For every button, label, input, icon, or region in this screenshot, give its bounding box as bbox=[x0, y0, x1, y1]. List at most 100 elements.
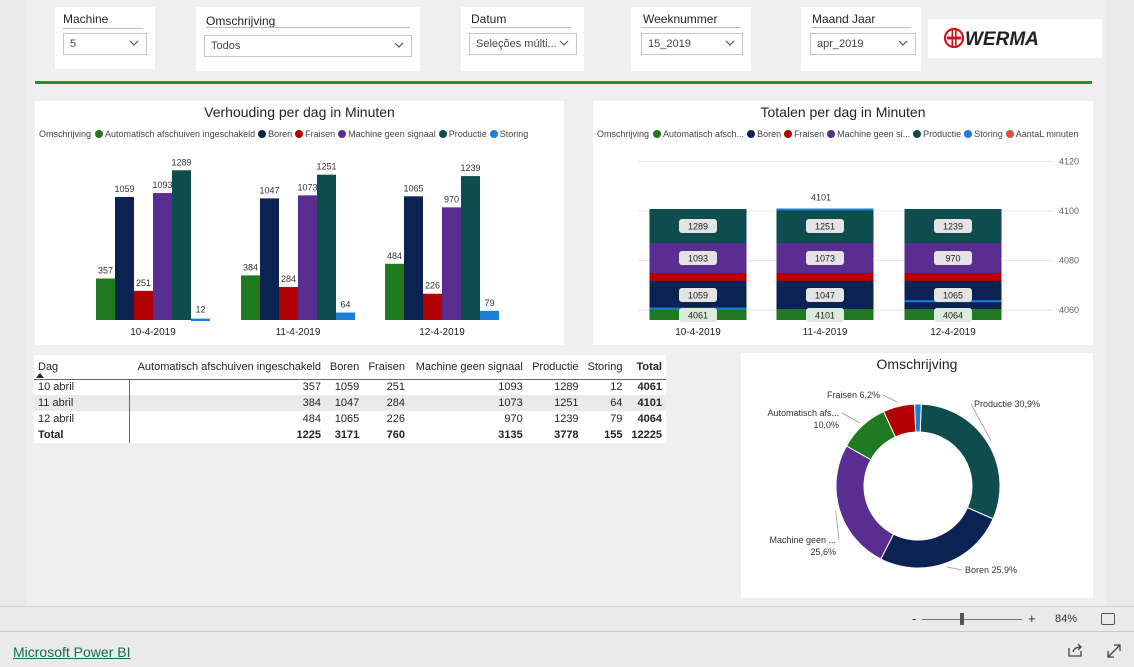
data-label: 284 bbox=[281, 274, 296, 284]
data-label: 1059 bbox=[688, 291, 708, 301]
column-header[interactable]: Total bbox=[626, 355, 666, 379]
bar[interactable] bbox=[317, 174, 336, 320]
data-label: 1093 bbox=[152, 180, 172, 190]
zoom-out-button[interactable]: - bbox=[912, 611, 916, 626]
zoom-slider-thumb[interactable] bbox=[960, 613, 964, 625]
bar[interactable] bbox=[442, 207, 461, 320]
x-tick-label: 10-4-2019 bbox=[130, 327, 176, 338]
werma-logo: WERMA bbox=[928, 19, 1102, 58]
table-cell: 1047 bbox=[325, 395, 364, 411]
fullscreen-icon[interactable] bbox=[1106, 643, 1122, 659]
data-label: 1059 bbox=[114, 184, 134, 194]
data-label: 1289 bbox=[688, 222, 708, 232]
data-label: 1073 bbox=[297, 182, 317, 192]
table-cell: 1073 bbox=[409, 395, 527, 411]
data-label: 1047 bbox=[815, 291, 835, 301]
stacked-segment[interactable] bbox=[776, 273, 874, 281]
table-cell: 4061 bbox=[637, 381, 662, 394]
column-header[interactable]: Machine geen signaal bbox=[409, 355, 527, 379]
table-cell: 12 bbox=[610, 381, 623, 394]
chevron-down-icon bbox=[394, 42, 404, 48]
stacked-segment[interactable] bbox=[904, 273, 1002, 281]
slicer-dropdown-maand-jaar[interactable]: apr_2019 bbox=[810, 33, 916, 55]
table-cell: 64 bbox=[582, 395, 627, 411]
bar[interactable] bbox=[336, 312, 355, 320]
logo-text: WERMA bbox=[965, 29, 1039, 50]
slicer-underline bbox=[63, 28, 143, 29]
column-header[interactable]: Productie bbox=[527, 355, 583, 379]
header-divider bbox=[35, 81, 1092, 84]
slicer-title: Weeknummer bbox=[643, 12, 718, 26]
table-cell: 3778 bbox=[554, 429, 579, 441]
top-label: 4101 bbox=[811, 193, 831, 203]
table-cell: 3171 bbox=[334, 429, 360, 441]
bar[interactable] bbox=[404, 196, 423, 320]
slicer-value: 5 bbox=[70, 38, 77, 50]
data-label: 970 bbox=[444, 194, 459, 204]
bar[interactable] bbox=[134, 290, 153, 320]
fit-to-page-icon[interactable] bbox=[1101, 613, 1115, 625]
zoom-level: 84% bbox=[1055, 613, 1078, 625]
bar[interactable] bbox=[260, 198, 279, 320]
share-icon[interactable] bbox=[1067, 643, 1083, 657]
bar[interactable] bbox=[480, 310, 499, 320]
total-label: 4101 bbox=[815, 311, 835, 321]
power-bi-link[interactable]: Microsoft Power BI bbox=[13, 644, 130, 660]
slicer-dropdown-machine[interactable]: 5 bbox=[63, 33, 147, 55]
bar[interactable] bbox=[298, 195, 317, 320]
slicer-dropdown-datum[interactable]: Seleções múlti... bbox=[469, 33, 577, 55]
bar[interactable] bbox=[96, 278, 115, 320]
total-label: 4064 bbox=[943, 311, 963, 321]
total-label: 4061 bbox=[688, 311, 708, 321]
data-label: 970 bbox=[945, 254, 960, 264]
donut-slice[interactable] bbox=[919, 403, 1001, 520]
chart-totalen-panel: Totalen per dag in Minuten Omschrijving A… bbox=[593, 101, 1093, 345]
column-header[interactable]: Storing bbox=[583, 355, 627, 379]
bar[interactable] bbox=[461, 176, 480, 320]
column-header[interactable]: Automatisch afschuiven ingeschakeld bbox=[129, 355, 325, 379]
stacked-segment[interactable] bbox=[649, 273, 747, 281]
donut-chart-panel: Omschrijving Productie 30,9% Boren 25,9% M… bbox=[741, 353, 1093, 598]
table-cell: 1059 bbox=[334, 381, 360, 394]
bar[interactable] bbox=[191, 318, 210, 322]
table-cell: 79 bbox=[610, 413, 623, 425]
slicer-underline bbox=[206, 27, 410, 28]
column-header-dag[interactable]: Dag bbox=[34, 355, 129, 379]
column-header[interactable]: Fraisen bbox=[363, 355, 409, 379]
bar[interactable] bbox=[241, 275, 260, 320]
chevron-down-icon bbox=[898, 40, 908, 46]
bar[interactable] bbox=[423, 293, 442, 320]
data-label: 1073 bbox=[815, 254, 835, 264]
bar[interactable] bbox=[385, 263, 404, 320]
slicer-dropdown-weeknummer[interactable]: 15_2019 bbox=[641, 33, 743, 55]
y-tick-label: 4100 bbox=[1059, 206, 1079, 216]
bar[interactable] bbox=[115, 196, 134, 320]
table-cell: 10 abril bbox=[34, 379, 130, 395]
slicer-title: Machine bbox=[63, 12, 109, 26]
table-header-row: Dag Automatisch afschuiven ingeschakeld … bbox=[34, 355, 666, 379]
data-label: 384 bbox=[243, 262, 258, 272]
table-cell: 357 bbox=[302, 381, 322, 394]
leader-line bbox=[835, 510, 840, 541]
stacked-segment[interactable] bbox=[776, 208, 874, 211]
slice-label: 10,0% bbox=[813, 420, 839, 430]
donut-slice[interactable] bbox=[835, 445, 895, 560]
zoom-slider[interactable] bbox=[922, 619, 1022, 620]
slicer-maand-jaar: Maand Jaar apr_2019 bbox=[801, 7, 921, 71]
bar[interactable] bbox=[279, 287, 298, 320]
data-label: 1065 bbox=[403, 183, 423, 193]
donut-slice[interactable] bbox=[914, 403, 922, 433]
slicer-underline bbox=[641, 27, 741, 28]
slicer-underline bbox=[811, 27, 911, 28]
bar[interactable] bbox=[172, 170, 191, 320]
donut-slice[interactable] bbox=[880, 506, 994, 569]
zoom-in-button[interactable]: + bbox=[1028, 611, 1036, 626]
slicer-value: 15_2019 bbox=[648, 38, 691, 50]
slicer-title: Datum bbox=[471, 12, 507, 26]
slicer-weeknummer: Weeknummer 15_2019 bbox=[631, 7, 751, 71]
slicer-dropdown-omschrijving[interactable]: Todos bbox=[204, 35, 412, 57]
y-tick-label: 4060 bbox=[1059, 305, 1079, 315]
column-header[interactable]: Boren bbox=[325, 355, 363, 379]
x-tick-label: 10-4-2019 bbox=[675, 327, 721, 338]
bar[interactable] bbox=[153, 193, 172, 320]
